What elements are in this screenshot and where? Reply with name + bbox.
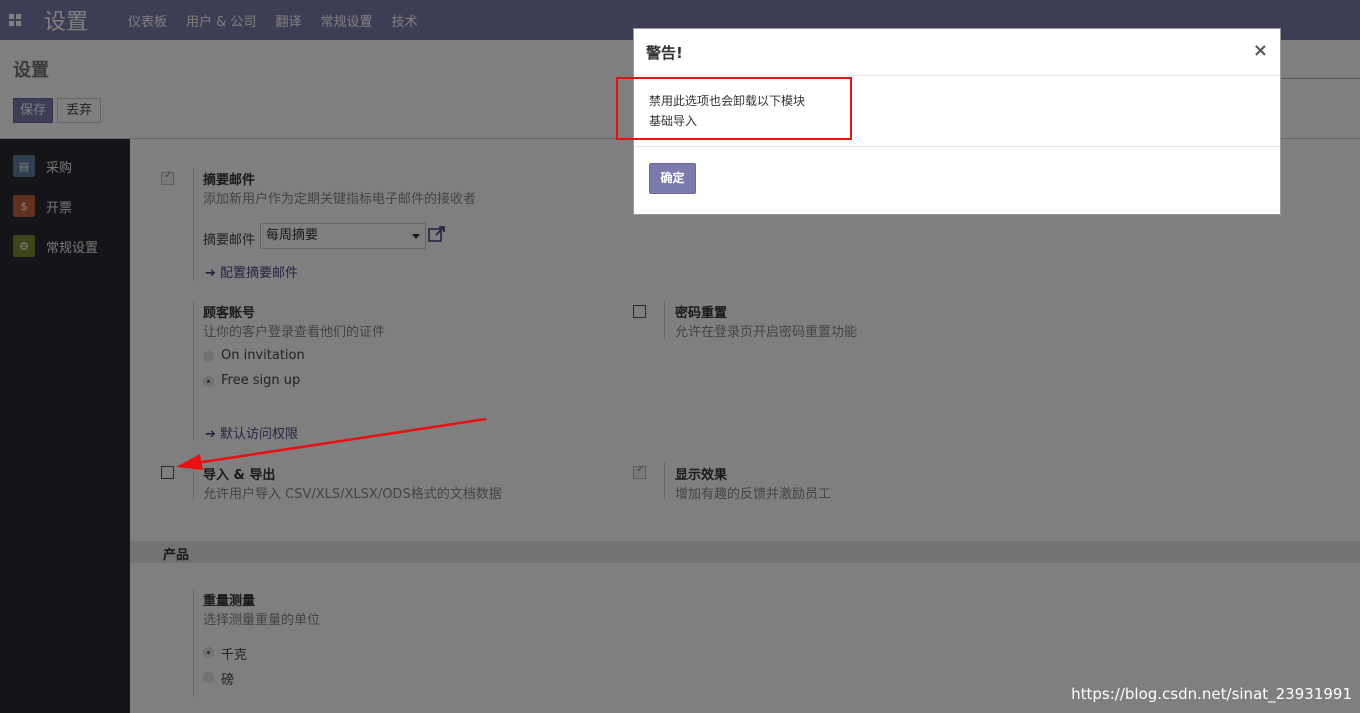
confirm-button[interactable]: 确定 bbox=[649, 163, 696, 194]
dialog-module-name: 基础导入 bbox=[649, 114, 698, 128]
dialog-body: 禁用此选项也会卸载以下模块 基础导入 bbox=[616, 76, 1280, 147]
dialog-header: 警告! × bbox=[634, 29, 1280, 76]
warning-dialog: 警告! × 禁用此选项也会卸载以下模块 基础导入 确定 bbox=[616, 28, 1281, 215]
dialog-title: 警告! bbox=[646, 44, 683, 62]
dialog-message: 禁用此选项也会卸载以下模块 bbox=[649, 94, 806, 108]
close-icon[interactable]: × bbox=[1253, 40, 1268, 61]
watermark-text: https://blog.csdn.net/sinat_23931991 bbox=[1071, 685, 1352, 703]
